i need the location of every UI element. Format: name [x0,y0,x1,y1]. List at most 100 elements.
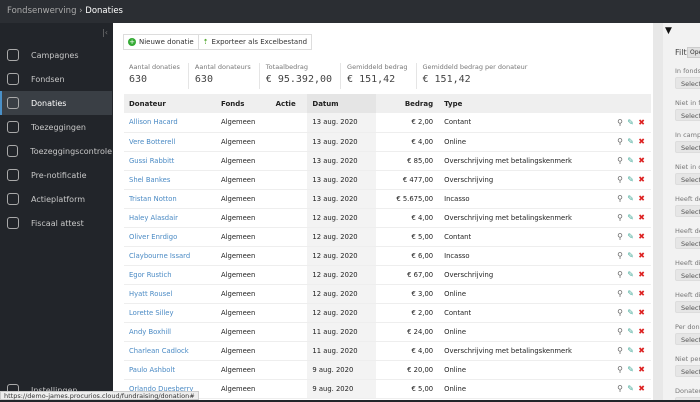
filter-select[interactable]: Select [675,141,700,153]
view-icon[interactable]: ⚲ [615,308,623,317]
sidebar-item-campagnes[interactable]: Campagnes [0,43,112,67]
edit-icon[interactable]: ✎ [626,289,634,298]
delete-icon[interactable]: ✖ [637,327,645,336]
column-header-donateur[interactable]: Donateur [124,94,216,113]
date-cell: 12 aug. 2020 [307,208,376,228]
edit-icon[interactable]: ✎ [626,118,634,127]
edit-icon[interactable]: ✎ [626,156,634,165]
delete-icon[interactable]: ✖ [637,308,645,317]
donor-link[interactable]: Allison Hacard [124,113,216,133]
filter-select[interactable]: Select [675,333,700,345]
row-actions: ⚲ ✎ ✖ [607,341,651,361]
donor-link[interactable]: Gussi Rabbitt [124,151,216,171]
donor-link[interactable]: Paulo Ashbolt [124,360,216,380]
edit-icon[interactable]: ✎ [626,213,634,222]
column-header-fonds[interactable]: Fonds [215,94,271,113]
view-icon[interactable]: ⚲ [615,156,623,165]
view-icon[interactable]: ⚲ [615,384,623,393]
fund-cell: Algemeen [215,246,271,266]
donor-link[interactable]: Hyatt Rousel [124,284,216,304]
filter-select[interactable]: Select [675,237,700,249]
filter-select[interactable]: Select [675,173,700,185]
open-filter-button[interactable]: Ope [687,47,700,58]
delete-icon[interactable]: ✖ [637,175,645,184]
filter-select[interactable]: Select [675,77,700,89]
edit-icon[interactable]: ✎ [626,232,634,241]
edit-icon[interactable]: ✎ [626,308,634,317]
edit-icon[interactable]: ✎ [626,327,634,336]
sidebar-item-actieplatform[interactable]: Actieplatform [0,187,112,211]
column-header-bedrag[interactable]: Bedrag [375,94,440,113]
edit-icon[interactable]: ✎ [626,175,634,184]
edit-icon[interactable]: ✎ [626,346,634,355]
filter-icon[interactable]: ▼ [665,26,672,36]
column-header-datum[interactable]: Datum [307,94,376,113]
edit-icon[interactable]: ✎ [626,137,634,146]
view-icon[interactable]: ⚲ [615,232,623,241]
delete-icon[interactable]: ✖ [637,137,645,146]
filter-label: Per dona [675,323,700,331]
table-row: Vere Botterell Algemeen 13 aug. 2020 € 4,00… [124,132,651,152]
sidebar-item-donaties[interactable]: Donaties [0,91,112,115]
delete-icon[interactable]: ✖ [637,213,645,222]
filter-select[interactable]: Select [675,365,700,377]
delete-icon[interactable]: ✖ [637,289,645,298]
filter-select[interactable]: Select [675,109,700,121]
view-icon[interactable]: ⚲ [615,289,623,298]
delete-icon[interactable]: ✖ [637,232,645,241]
view-icon[interactable]: ⚲ [615,270,623,279]
donor-link[interactable]: Oliver Enrdigo [124,227,216,247]
view-icon[interactable]: ⚲ [615,194,623,203]
column-header-type[interactable]: Type [439,94,607,113]
filter-select[interactable]: Select [675,205,700,217]
edit-icon[interactable]: ✎ [626,194,634,203]
donor-link[interactable]: Andy Boxhill [124,322,216,342]
sidebar-item-toezeggingen[interactable]: Toezeggingen [0,115,112,139]
sidebar-item-fondsen[interactable]: Fondsen [0,67,112,91]
view-icon[interactable]: ⚲ [615,365,623,374]
collapse-sidebar-icon[interactable]: |‹ [102,28,108,37]
donor-link[interactable]: Lorette Silley [124,303,216,323]
sidebar-item-fiscaal attest[interactable]: Fiscaal attest [0,211,112,235]
edit-icon[interactable]: ✎ [626,365,634,374]
breadcrumb-parent[interactable]: Fondsenwerving [7,6,76,16]
donor-link[interactable]: Shel Bankes [124,170,216,190]
filter-select[interactable]: Select [675,301,700,313]
delete-icon[interactable]: ✖ [637,194,645,203]
filter-select[interactable]: Select [675,269,700,281]
amount-cell: € 3,00 [375,284,440,304]
sidebar-item-toezeggingscontrole[interactable]: Toezeggingscontrole [0,139,112,163]
type-cell: Contant [439,227,607,247]
delete-icon[interactable]: ✖ [637,118,645,127]
delete-icon[interactable]: ✖ [637,365,645,374]
export-excel-button[interactable]: ⇡ Exporteer als Excelbestand [197,35,311,49]
donor-link[interactable]: Charlean Cadlock [124,341,216,361]
view-icon[interactable]: ⚲ [615,137,623,146]
view-icon[interactable]: ⚲ [615,175,623,184]
status-bar-url: https://demo-james.procurios.cloud/fundr… [0,391,199,400]
view-icon[interactable]: ⚲ [615,213,623,222]
donor-link[interactable]: Haley Alasdair [124,208,216,228]
view-icon[interactable]: ⚲ [615,118,623,127]
row-actions: ⚲ ✎ ✖ [607,284,651,304]
donor-link[interactable]: Claybourne Issard [124,246,216,266]
table-row: Tristan Notton Algemeen 13 aug. 2020 € 5.67… [124,189,651,209]
delete-icon[interactable]: ✖ [637,384,645,393]
new-donation-button[interactable]: + Nieuwe donatie [124,35,198,49]
edit-icon[interactable]: ✎ [626,251,634,260]
delete-icon[interactable]: ✖ [637,270,645,279]
donor-link[interactable]: Vere Botterell [124,132,216,152]
view-icon[interactable]: ⚲ [615,346,623,355]
donor-link[interactable]: Egor Rustich [124,265,216,285]
donor-link[interactable]: Tristan Notton [124,189,216,209]
delete-icon[interactable]: ✖ [637,346,645,355]
column-header-actie[interactable]: Actie [270,94,308,113]
edit-icon[interactable]: ✎ [626,384,634,393]
type-cell: Online [439,379,607,399]
sidebar-item-pre-notificatie[interactable]: Pre-notificatie [0,163,112,187]
view-icon[interactable]: ⚲ [615,251,623,260]
view-icon[interactable]: ⚲ [615,327,623,336]
edit-icon[interactable]: ✎ [626,270,634,279]
delete-icon[interactable]: ✖ [637,251,645,260]
delete-icon[interactable]: ✖ [637,156,645,165]
